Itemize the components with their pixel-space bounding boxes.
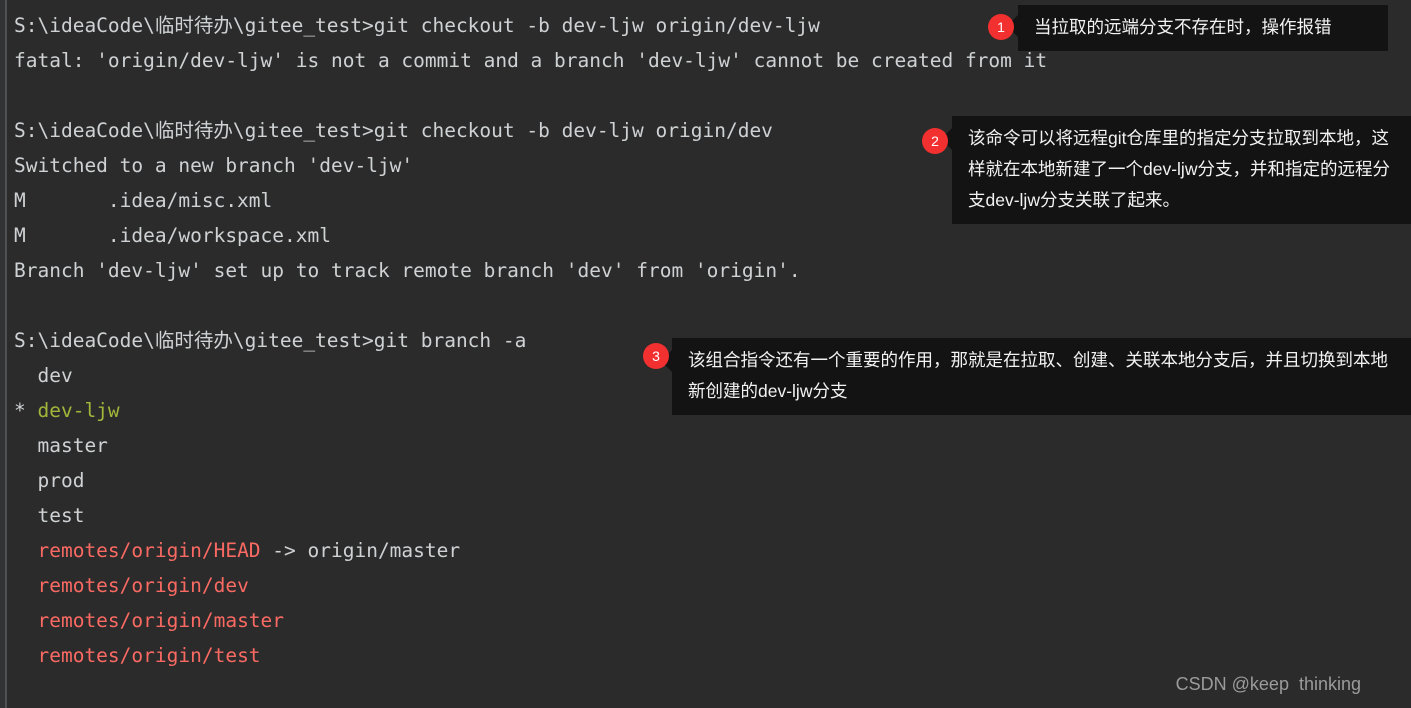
annotation-badge-1[interactable]: 1: [988, 14, 1014, 40]
terminal-line: prod: [14, 463, 1411, 498]
left-gutter-divider: [5, 0, 7, 708]
annotation-tooltip-3: 该组合指令还有一个重要的作用，那就是在拉取、创建、关联本地分支后，并且切换到本地…: [661, 338, 1411, 415]
terminal-text-segment: -> origin/master: [260, 539, 461, 562]
terminal-text-segment: test: [14, 504, 85, 527]
terminal-text-segment: remotes/origin/test: [37, 644, 261, 667]
terminal-text-segment: *: [14, 399, 38, 422]
annotation-badge-3[interactable]: 3: [643, 343, 669, 369]
annotation-badge-2[interactable]: 2: [922, 128, 948, 154]
terminal-line: remotes/origin/HEAD -> origin/master: [14, 533, 1411, 568]
terminal-text-segment: master: [14, 434, 108, 457]
terminal-text-segment: Branch 'dev-ljw' set up to track remote …: [14, 259, 801, 282]
terminal-text-segment: remotes/origin/master: [37, 609, 285, 632]
terminal-text-segment: fatal: 'origin/dev-ljw' is not a commit …: [14, 49, 1048, 72]
terminal-text-segment: Switched to a new branch 'dev-ljw': [14, 154, 414, 177]
terminal-line: remotes/origin/master: [14, 603, 1411, 638]
terminal-text-segment: remotes/origin/dev: [37, 574, 249, 597]
terminal-text-segment: remotes/origin/HEAD: [37, 539, 261, 562]
terminal-text-segment: M .idea/misc.xml: [14, 189, 273, 212]
terminal-text-segment: dev-ljw: [37, 399, 120, 422]
terminal-text-segment: S:\ideaCode\临时待办\gitee_test>git checkout…: [14, 14, 820, 37]
terminal-line: remotes/origin/test: [14, 638, 1411, 673]
annotation-tooltip-1: 当拉取的远端分支不存在时，操作报错: [1007, 5, 1388, 51]
terminal-line: master: [14, 428, 1411, 463]
terminal-screenshot: S:\ideaCode\临时待办\gitee_test>git checkout…: [0, 0, 1411, 708]
terminal-line: test: [14, 498, 1411, 533]
terminal-text-segment: prod: [14, 469, 85, 492]
terminal-line: Branch 'dev-ljw' set up to track remote …: [14, 253, 1411, 288]
watermark: CSDN @keep thinking: [1175, 674, 1361, 694]
annotation-tooltip-2: 该命令可以将远程git仓库里的指定分支拉取到本地，这样就在本地新建了一个dev-…: [941, 116, 1411, 224]
annotation-tooltip-3-text: 该组合指令还有一个重要的作用，那就是在拉取、创建、关联本地分支后，并且切换到本地…: [688, 350, 1388, 401]
annotation-tooltip-2-text: 该命令可以将远程git仓库里的指定分支拉取到本地，这样就在本地新建了一个dev-…: [968, 128, 1390, 210]
terminal-line: remotes/origin/dev: [14, 568, 1411, 603]
terminal-text-segment: M .idea/workspace.xml: [14, 224, 331, 247]
terminal-text-segment: S:\ideaCode\临时待办\gitee_test>git checkout…: [14, 119, 773, 142]
annotation-tooltip-1-text: 当拉取的远端分支不存在时，操作报错: [1034, 17, 1332, 37]
terminal-text-segment: dev: [14, 364, 73, 387]
terminal-text-segment: S:\ideaCode\临时待办\gitee_test>git branch -…: [14, 329, 527, 352]
